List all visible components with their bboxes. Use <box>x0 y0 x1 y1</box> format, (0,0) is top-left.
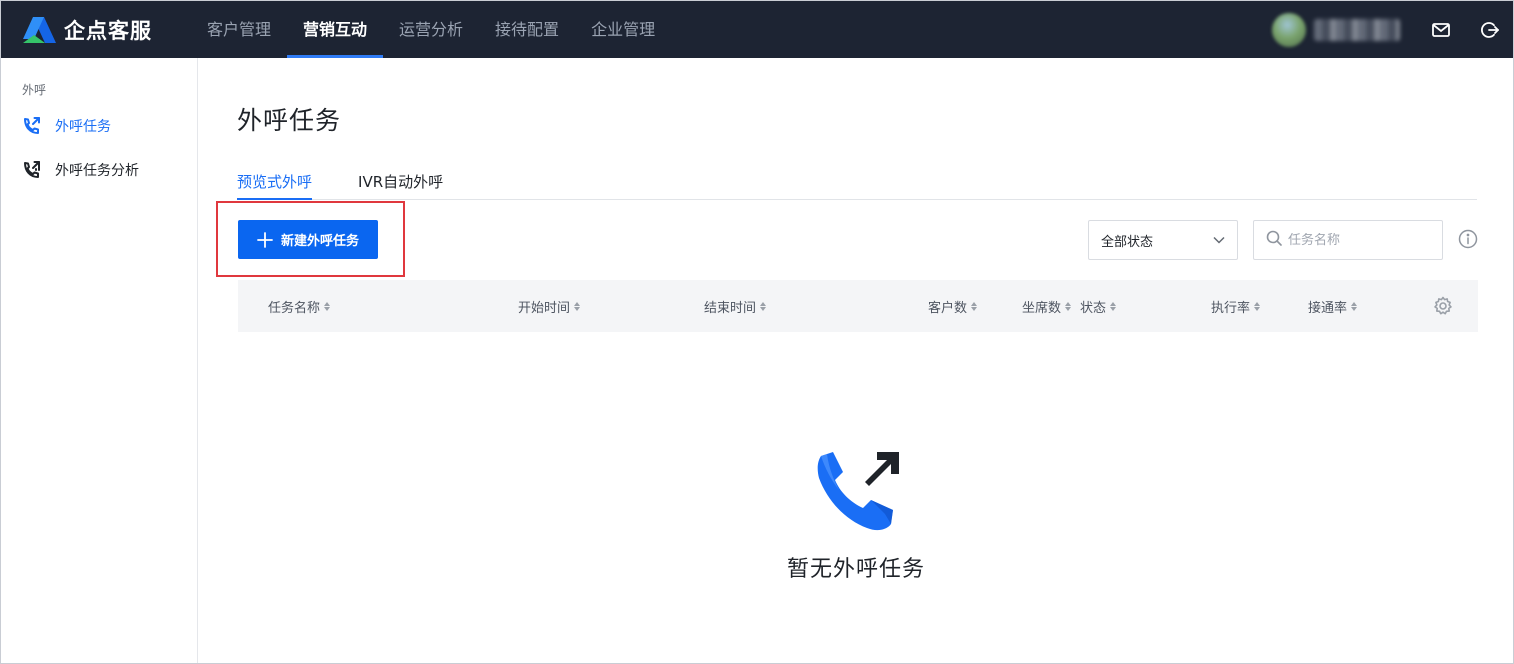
status-filter-value: 全部状态 <box>1101 234 1154 250</box>
task-name-search-input[interactable] <box>1288 232 1428 248</box>
sort-icon <box>1065 301 1072 311</box>
sort-icon <box>324 301 331 311</box>
app-window: 企点客服 客户管理 营销互动 运营分析 接待配置 企业管理 外呼 外呼任务 外呼… <box>0 0 1514 664</box>
status-filter-select[interactable]: 全部状态 <box>1088 220 1238 260</box>
sort-icon <box>1110 301 1117 311</box>
column-label: 坐席数 <box>1022 300 1062 316</box>
logout-icon[interactable] <box>1479 19 1501 41</box>
column-label: 状态 <box>1080 300 1107 316</box>
nav-tab-customer-management[interactable]: 客户管理 <box>191 1 287 58</box>
nav-tab-reception-config[interactable]: 接待配置 <box>479 1 575 58</box>
sort-icon <box>1254 301 1261 311</box>
column-label: 客户数 <box>928 300 968 316</box>
sort-icon <box>1351 301 1358 311</box>
sidebar: 外呼 外呼任务 外呼任务分析 <box>1 58 198 663</box>
sidebar-item-outbound-task-analysis[interactable]: 外呼任务分析 <box>22 159 139 181</box>
table-header: 任务名称 开始时间 结束时间 客户数 坐席数 状态 执行率 接通率 <box>238 280 1478 332</box>
column-label: 结束时间 <box>704 300 757 316</box>
column-header-start-time[interactable]: 开始时间 <box>518 280 581 332</box>
empty-state-text: 暂无外呼任务 <box>786 557 925 582</box>
user-name-redacted[interactable] <box>1314 18 1400 41</box>
mail-icon[interactable] <box>1430 19 1452 41</box>
subtabs: 预览式外呼 IVR自动外呼 <box>237 167 1477 200</box>
sort-icon <box>760 301 767 311</box>
new-outbound-task-button[interactable]: 新建外呼任务 <box>238 220 378 259</box>
column-header-execution-rate[interactable]: 执行率 <box>1211 280 1261 332</box>
sidebar-group-label: 外呼 <box>22 83 47 97</box>
search-icon <box>1266 230 1282 250</box>
tab-ivr-auto-outbound[interactable]: IVR自动外呼 <box>358 167 443 199</box>
new-outbound-task-label: 新建外呼任务 <box>280 234 359 249</box>
column-header-task-name[interactable]: 任务名称 <box>268 280 331 332</box>
sort-icon <box>971 301 978 311</box>
page-title: 外呼任务 <box>237 106 342 135</box>
outbound-call-icon <box>22 116 42 136</box>
brand-name: 企点客服 <box>64 18 152 43</box>
main-nav-tabs: 客户管理 营销互动 运营分析 接待配置 企业管理 <box>191 1 671 58</box>
sidebar-item-outbound-tasks[interactable]: 外呼任务 <box>22 115 111 137</box>
tab-preview-outbound[interactable]: 预览式外呼 <box>237 167 313 200</box>
empty-outbound-call-icon <box>815 448 901 538</box>
column-label: 接通率 <box>1308 300 1348 316</box>
sidebar-item-label: 外呼任务 <box>55 119 111 135</box>
nav-tab-marketing-interaction[interactable]: 营销互动 <box>287 1 384 58</box>
gear-icon[interactable] <box>1433 296 1453 320</box>
column-header-end-time[interactable]: 结束时间 <box>704 280 767 332</box>
column-header-status[interactable]: 状态 <box>1080 280 1117 332</box>
column-header-seat-count[interactable]: 坐席数 <box>1022 280 1072 332</box>
nav-tab-enterprise-management[interactable]: 企业管理 <box>575 1 671 58</box>
sort-icon <box>574 301 581 311</box>
column-label: 开始时间 <box>518 300 571 316</box>
sidebar-item-label: 外呼任务分析 <box>55 163 139 179</box>
call-analytics-icon <box>22 160 42 180</box>
search-box[interactable] <box>1253 220 1443 260</box>
top-navigation-bar: 企点客服 客户管理 营销互动 运营分析 接待配置 企业管理 <box>1 1 1513 58</box>
info-icon[interactable] <box>1458 229 1478 253</box>
avatar[interactable] <box>1272 12 1306 47</box>
column-header-customer-count[interactable]: 客户数 <box>928 280 978 332</box>
brand-logo[interactable]: 企点客服 <box>1 1 191 58</box>
plus-icon <box>257 231 273 248</box>
chevron-down-icon <box>1213 236 1225 244</box>
column-label: 任务名称 <box>268 300 321 316</box>
column-label: 执行率 <box>1211 300 1251 316</box>
column-header-connection-rate[interactable]: 接通率 <box>1308 280 1358 332</box>
user-area <box>1272 1 1513 58</box>
logo-icon <box>23 16 56 43</box>
main-content: 外呼任务 预览式外呼 IVR自动外呼 新建外呼任务 全部状态 任务名称 任务名称… <box>199 58 1513 663</box>
nav-tab-operations-analytics[interactable]: 运营分析 <box>383 1 479 58</box>
